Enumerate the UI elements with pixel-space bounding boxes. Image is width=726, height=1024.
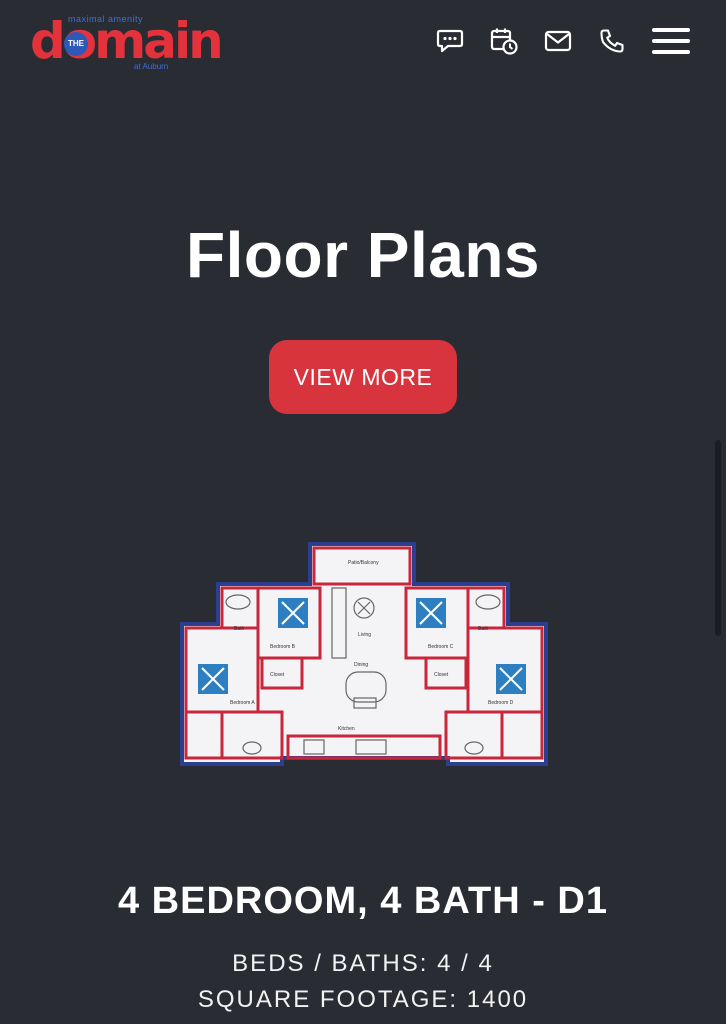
label-bath: Bath: [234, 626, 245, 632]
label-kitchen: Kitchen: [338, 726, 355, 732]
schedule-tour-button[interactable]: [489, 26, 519, 56]
label-closet: Closet: [434, 672, 449, 678]
floor-plan-title: 4 BEDROOM, 4 BATH - D1: [117, 880, 608, 922]
logo-the-badge: THE: [64, 32, 88, 56]
page-title: Floor Plans: [186, 219, 540, 291]
page-scrollbar[interactable]: [715, 440, 721, 636]
site-logo[interactable]: maximal amenity domain THE at Auburn: [30, 14, 224, 74]
label-bedroom-b: Bedroom B: [270, 644, 296, 650]
label-bath: Bath: [478, 626, 489, 632]
phone-icon: [600, 29, 624, 53]
view-more-button[interactable]: VIEW MORE: [269, 340, 457, 414]
plan-outline: [180, 542, 548, 766]
label-closet: Closet: [270, 672, 285, 678]
floor-plan-image[interactable]: Patio/Balcony Living Dining Kitchen Bedr…: [178, 540, 550, 768]
logo-location: at Auburn: [134, 62, 169, 71]
label-living: Living: [358, 632, 371, 638]
email-button[interactable]: [543, 26, 573, 56]
label-bedroom-a: Bedroom A: [230, 700, 255, 706]
beds-baths-text: BEDS / BATHS: 4 / 4: [232, 950, 494, 977]
label-dining: Dining: [354, 662, 368, 668]
chat-icon: [436, 29, 464, 53]
label-patio: Patio/Balcony: [348, 560, 379, 566]
square-footage-text: SQUARE FOOTAGE: 1400: [197, 986, 529, 1013]
label-bedroom-d: Bedroom D: [488, 700, 514, 706]
chat-button[interactable]: [435, 26, 465, 56]
site-header: maximal amenity domain THE at Auburn: [0, 0, 726, 84]
calendar-clock-icon: [490, 28, 518, 55]
label-bedroom-c: Bedroom C: [428, 644, 454, 650]
mail-icon: [544, 30, 572, 52]
logo-wordmark: domain: [30, 12, 224, 70]
phone-button[interactable]: [597, 26, 627, 56]
menu-button[interactable]: [652, 28, 692, 56]
